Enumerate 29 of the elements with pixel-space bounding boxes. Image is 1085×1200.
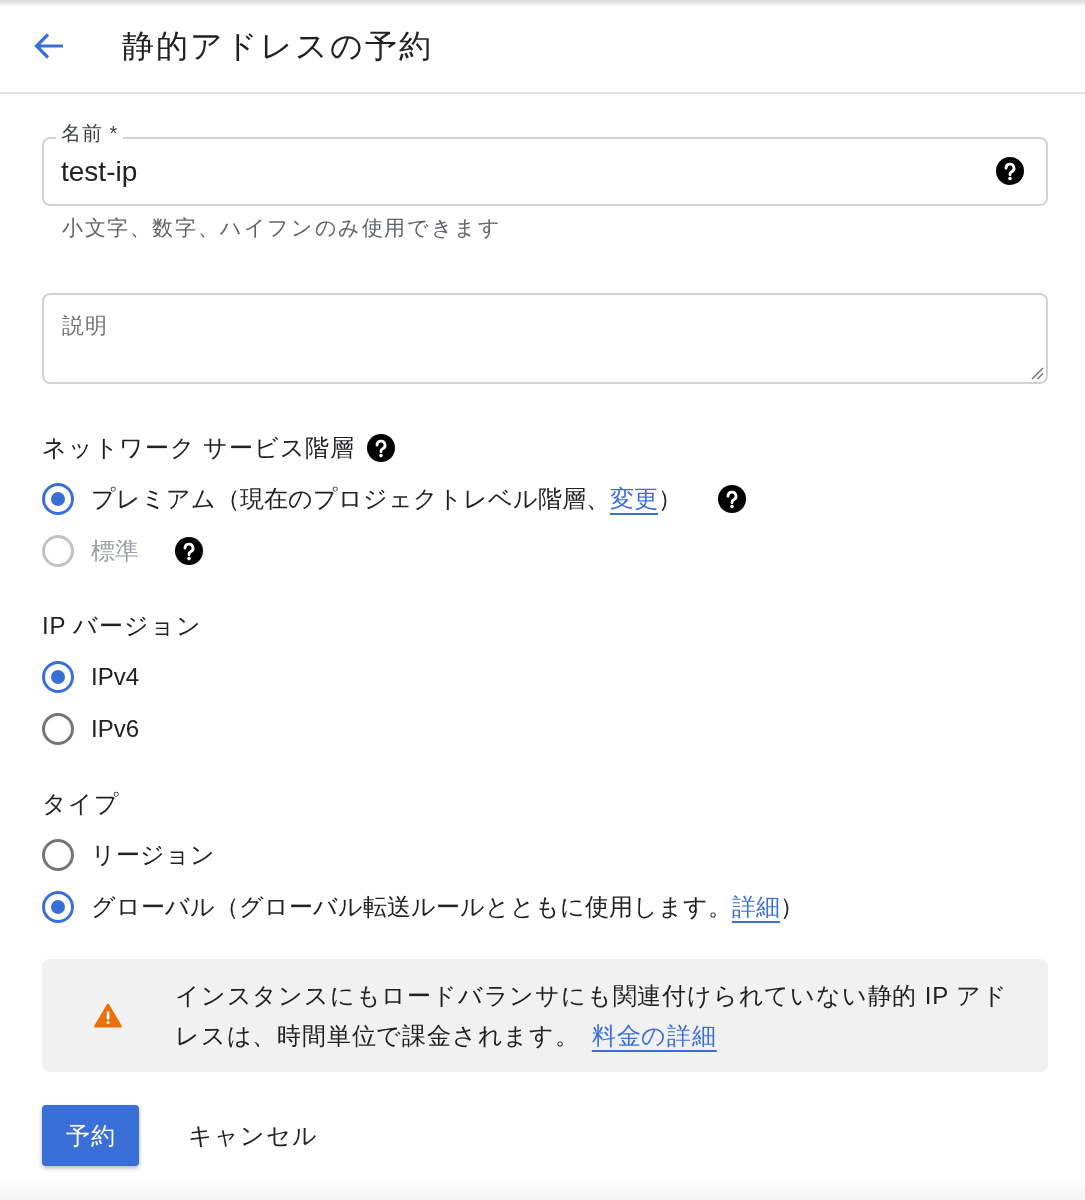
text-link[interactable]: 料金の詳細 — [591, 1021, 717, 1049]
radio-button[interactable] — [42, 661, 74, 693]
notice-text: インスタンスにもロードバランサにも関連付けられていない静的 IP アドレスは、時間単位で課金されます。 料金の詳細 — [175, 980, 1009, 1051]
submit-button[interactable]: 予約 — [42, 1105, 139, 1166]
section-title: IP バージョン — [42, 611, 202, 641]
cancel-button[interactable]: キャンセル — [163, 1105, 343, 1166]
resize-handle-icon[interactable] — [1030, 366, 1044, 380]
section-title: ネットワーク サービス階層 — [42, 433, 356, 463]
field-hint: 小文字、数字、ハイフンのみ使用できます — [61, 216, 503, 240]
radio-label[interactable]: IPv6 — [91, 713, 140, 745]
text-link[interactable]: 変更 — [610, 485, 658, 512]
radio-label[interactable]: リージョン — [91, 839, 215, 871]
radio-button[interactable] — [42, 839, 74, 871]
back-arrow-icon[interactable] — [33, 32, 65, 60]
radio-label[interactable]: グローバル（グローバル転送ルールとともに使用します。詳細） — [91, 891, 804, 923]
radio-button[interactable] — [42, 483, 74, 515]
radio-label[interactable]: プレミアム（現在のプロジェクトレベル階層、変更） — [91, 483, 682, 515]
radio-button[interactable] — [42, 713, 74, 745]
description-field[interactable]: 説明 — [42, 293, 1048, 384]
warning-icon — [94, 1003, 122, 1028]
help-icon[interactable] — [996, 157, 1024, 185]
page-title: 静的アドレスの予約 — [122, 27, 433, 66]
help-icon[interactable] — [367, 434, 396, 462]
radio-button[interactable] — [42, 891, 74, 923]
help-icon[interactable] — [718, 485, 746, 513]
radio-label[interactable]: IPv4 — [91, 661, 140, 693]
field-label: 名前 * — [56, 121, 124, 145]
text-link[interactable]: 詳細 — [732, 893, 780, 920]
section-title: タイプ — [42, 789, 120, 819]
